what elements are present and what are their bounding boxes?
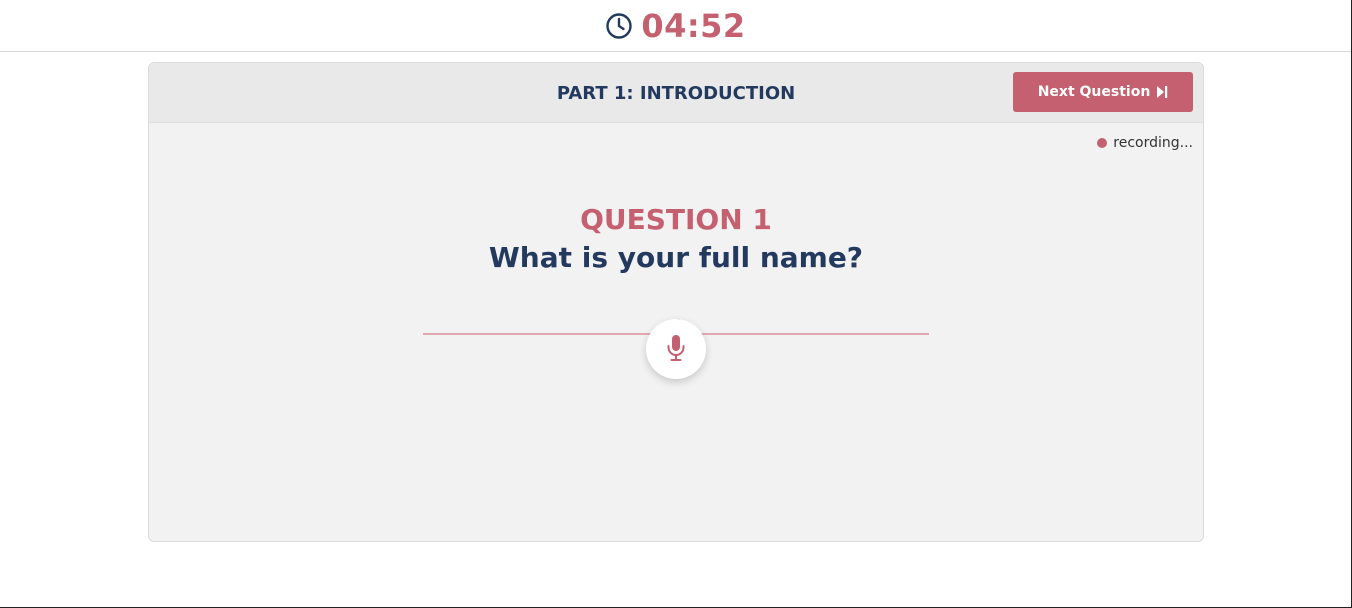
next-question-label: Next Question — [1037, 84, 1151, 100]
timer-bar: 04:52 — [0, 0, 1351, 52]
next-question-button[interactable]: Next Question — [1013, 72, 1193, 112]
recording-label: recording... — [1113, 135, 1193, 151]
question-text: What is your full name? — [488, 241, 864, 274]
timer-countdown: 04:52 — [641, 6, 746, 45]
clock-icon — [605, 12, 633, 40]
microphone-button[interactable] — [646, 319, 706, 379]
microphone-icon — [666, 334, 686, 365]
recording-indicator: recording... — [1097, 135, 1193, 151]
recording-dot-icon — [1097, 138, 1108, 148]
question-card: PART 1: INTRODUCTION Next Question recor… — [148, 62, 1204, 542]
skip-next-icon — [1156, 85, 1168, 99]
card-header: PART 1: INTRODUCTION Next Question — [149, 63, 1203, 123]
page-frame: 04:52 PART 1: INTRODUCTION Next Question… — [0, 0, 1352, 608]
question-number: QUESTION 1 — [580, 203, 772, 236]
